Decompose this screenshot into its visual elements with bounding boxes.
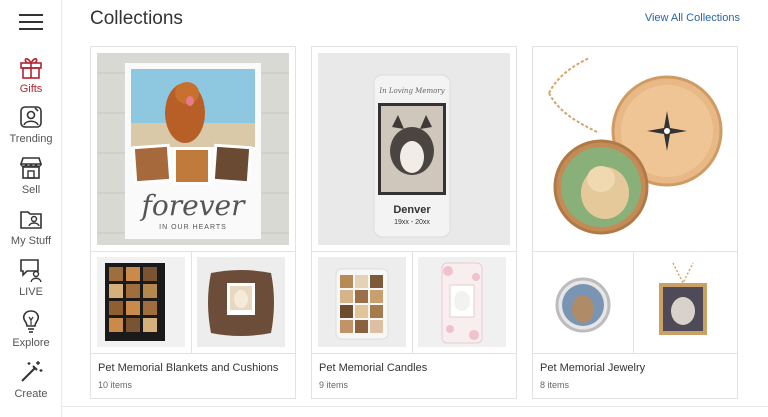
folder-user-icon (20, 211, 42, 229)
collection-card-blankets[interactable]: forever IN OUR HEARTS Pet Memorial Blank… (90, 46, 296, 399)
sidebar-item-sell[interactable]: Sell (0, 155, 62, 196)
collection-count: 8 items (540, 380, 570, 390)
sidebar: Gifts Trending Sell My Stuff LIVE Explor… (0, 0, 62, 417)
store-icon (19, 157, 43, 179)
collection-name: Pet Memorial Blankets and Cushions (98, 362, 279, 374)
collection-count: 10 items (98, 380, 133, 390)
page-title: Collections (90, 8, 183, 29)
collection-card-candles[interactable]: In Loving Memory Denver 19xx - 20xx Pet … (311, 46, 517, 399)
menu-icon[interactable] (19, 14, 43, 30)
sidebar-item-label: LIVE (19, 286, 43, 298)
sidebar-item-my-stuff[interactable]: My Stuff (0, 206, 62, 247)
candle-pet-name: Denver (393, 204, 431, 216)
sidebar-item-label: Trending (9, 133, 53, 145)
collection-main-image: forever IN OUR HEARTS (97, 53, 289, 245)
blanket-subtext: IN OUR HEARTS (159, 224, 227, 231)
sidebar-item-explore[interactable]: Explore (0, 308, 62, 349)
collection-main-image: In Loving Memory Denver 19xx - 20xx (318, 53, 510, 245)
collection-thumb-square-pendant (639, 257, 727, 347)
sidebar-item-label: Create (14, 388, 48, 400)
sidebar-item-live[interactable]: LIVE (0, 257, 62, 298)
sidebar-item-label: Sell (21, 184, 41, 196)
sidebar-item-label: Gifts (19, 83, 43, 95)
collection-thumb-button-pendant (539, 257, 627, 347)
trending-icon (20, 106, 42, 128)
collection-main-image (539, 53, 731, 245)
chat-user-icon (20, 259, 42, 283)
collection-thumb-candle-pink (418, 257, 506, 347)
blanket-script-text: forever (140, 189, 247, 222)
collection-name: Pet Memorial Candles (319, 362, 428, 374)
sidebar-item-label: My Stuff (10, 235, 52, 247)
collection-thumb-cushion (197, 257, 285, 347)
candle-pet-years: 19xx - 20xx (394, 219, 430, 226)
candle-memory-text: In Loving Memory (378, 87, 445, 95)
collection-card-jewelry[interactable]: Pet Memorial Jewelry 8 items (532, 46, 738, 399)
main-content: Collections View All Collections forever… (62, 0, 768, 417)
collection-name: Pet Memorial Jewelry (540, 362, 646, 374)
collection-count: 9 items (319, 380, 349, 390)
collection-thumb-candle-grid (318, 257, 406, 347)
sidebar-item-create[interactable]: Create (0, 359, 62, 400)
view-all-collections-link[interactable]: View All Collections (645, 12, 740, 24)
gift-icon (20, 58, 42, 79)
lightbulb-icon (22, 310, 40, 333)
collection-thumb-blanket (97, 257, 185, 347)
sidebar-item-trending[interactable]: Trending (0, 104, 62, 145)
sidebar-item-label: Explore (12, 337, 50, 349)
magic-wand-icon (21, 361, 43, 382)
sidebar-item-gifts[interactable]: Gifts (0, 54, 62, 95)
